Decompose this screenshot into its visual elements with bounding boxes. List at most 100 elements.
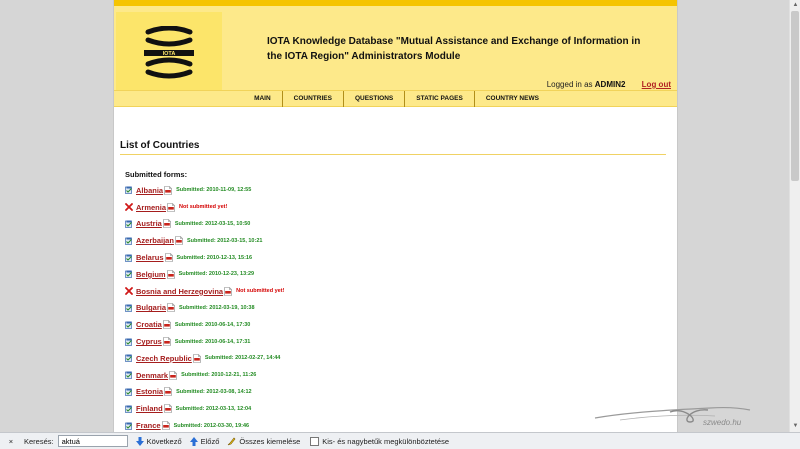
iota-logo: IOTA [116, 12, 222, 96]
pdf-icon[interactable] [167, 202, 175, 212]
logout-link[interactable]: Log out [642, 80, 671, 89]
country-row: France Submitted: 2012-03-30, 19:46 [125, 417, 665, 432]
submitted-icon [125, 422, 132, 430]
previous-button[interactable]: Előző [189, 436, 220, 446]
submitted-icon [125, 186, 132, 195]
country-list: Albania Submitted: 2010-11-09, 12:55 Armen… [125, 182, 665, 432]
pdf-icon[interactable] [164, 387, 172, 397]
country-link[interactable]: Croatia [136, 320, 162, 329]
previous-label: Előző [200, 436, 220, 446]
pdf-icon[interactable] [163, 320, 171, 330]
highlighter-icon [228, 437, 236, 445]
submission-status: Submitted: 2010-06-14, 17:30 [174, 321, 251, 328]
submitted-icon [125, 338, 132, 346]
highlight-all-button[interactable]: Összes kiemelése [227, 437, 300, 446]
country-link[interactable]: Bulgaria [136, 303, 166, 312]
country-row: Finland Submitted: 2012-03-13, 12:04 [125, 400, 665, 417]
section-heading: List of Countries [120, 140, 200, 151]
country-link[interactable]: Cyprus [136, 337, 162, 346]
submitted-icon [125, 354, 132, 363]
submission-status: Submitted: 2010-12-23, 13:29 [178, 271, 255, 278]
arrow-up-icon [189, 436, 198, 446]
country-row: Denmark Submitted: 2010-12-21, 11:26 [125, 367, 665, 384]
country-link[interactable]: Albania [136, 186, 163, 195]
submission-status: Submitted: 2012-03-13, 12:04 [175, 405, 252, 412]
pdf-icon[interactable] [193, 354, 201, 363]
country-link[interactable]: Armenia [136, 203, 166, 212]
not-submitted-icon [125, 203, 133, 212]
close-icon[interactable]: × [6, 437, 16, 446]
submission-status: Not submitted yet! [179, 204, 228, 211]
country-link[interactable]: Czech Republic [136, 354, 192, 363]
arrow-down-icon [135, 436, 144, 446]
country-link[interactable]: Azerbaijan [136, 236, 174, 245]
submission-status: Submitted: 2012-02-27, 14:44 [204, 355, 281, 362]
divider [120, 154, 666, 155]
pdf-icon[interactable] [163, 219, 171, 229]
country-link[interactable]: Finland [136, 404, 163, 413]
submission-status: Submitted: 2010-11-09, 12:55 [176, 187, 252, 194]
search-input[interactable] [57, 435, 128, 447]
pdf-icon[interactable] [163, 337, 171, 346]
submission-status: Submitted: 2010-06-14, 17:31 [174, 338, 251, 345]
scroll-down-icon[interactable]: ▼ [791, 422, 800, 431]
submission-status: Submitted: 2012-03-15, 10:21 [186, 237, 263, 244]
vertical-scrollbar[interactable]: ▲ ▼ [789, 0, 800, 432]
country-link[interactable]: Denmark [136, 371, 168, 380]
nav-country-news[interactable]: COUNTRY NEWS [473, 91, 550, 107]
login-info: Logged in as ADMIN2 Log out [547, 80, 671, 89]
country-row: Belgium Submitted: 2010-12-23, 13:29 [125, 266, 665, 283]
submitted-icon [125, 405, 132, 413]
find-bar: × Keresés: Következő Előző Összes kiemel… [0, 432, 800, 449]
country-row: Czech Republic Submitted: 2012-02-27, 14:… [125, 350, 665, 367]
pdf-icon[interactable] [161, 421, 170, 430]
page-title: IOTA Knowledge Database "Mutual Assistan… [267, 36, 641, 62]
logged-in-label: Logged in as [546, 80, 593, 89]
submitted-icon [125, 237, 132, 245]
submitted-icon [125, 304, 132, 312]
nav-main[interactable]: MAIN [243, 91, 282, 107]
iota-logo-icon: IOTA [144, 26, 194, 79]
country-link[interactable]: Belgium [136, 270, 166, 279]
submission-status: Submitted: 2012-03-19, 10:38 [179, 304, 255, 311]
country-row: Azerbaijan Submitted: 2012-03-15, 10:21 [125, 232, 665, 249]
nav-static-pages[interactable]: STATIC PAGES [404, 91, 474, 107]
country-row: Croatia Submitted: 2010-06-14, 17:30 [125, 316, 665, 333]
submission-status: Submitted: 2012-03-08, 14:12 [176, 388, 252, 395]
submitted-icon [125, 220, 132, 228]
submission-status: Not submitted yet! [236, 288, 285, 295]
submitted-icon [125, 388, 132, 396]
main-nav: MAIN COUNTRIES QUESTIONS STATIC PAGES COUNTR… [114, 90, 677, 107]
pdf-icon[interactable] [167, 303, 175, 313]
pdf-icon[interactable] [164, 253, 173, 262]
match-case-checkbox[interactable] [310, 436, 320, 446]
watermark-signature [594, 407, 751, 423]
country-link[interactable]: Bosnia and Herzegovina [136, 287, 223, 296]
country-row: Armenia Not submitted yet! [125, 199, 665, 216]
country-link[interactable]: Estonia [136, 387, 163, 396]
submitted-icon [125, 254, 132, 262]
nav-questions[interactable]: QUESTIONS [342, 91, 404, 107]
pdf-icon[interactable] [224, 286, 232, 296]
header: IOTA IOTA Knowledge Database "Mutual Ass… [114, 0, 677, 96]
submission-status: Submitted: 2012-03-30, 19:46 [173, 422, 250, 429]
country-link[interactable]: Belarus [136, 253, 164, 262]
pdf-icon[interactable] [166, 270, 175, 279]
highlight-all-label: Összes kiemelése [239, 436, 301, 446]
submitted-icon [125, 270, 132, 279]
pdf-icon[interactable] [169, 370, 177, 380]
submitted-icon [125, 371, 132, 380]
country-row: Bosnia and Herzegovina Not submitted yet! [125, 283, 665, 300]
pdf-icon[interactable] [163, 404, 172, 414]
submitted-forms-heading: Submitted forms: [125, 170, 188, 179]
page-container: IOTA IOTA Knowledge Database "Mutual Ass… [113, 0, 678, 432]
nav-countries[interactable]: COUNTRIES [281, 91, 343, 107]
country-row: Austria Submitted: 2012-03-15, 10:50 [125, 216, 665, 233]
scroll-thumb[interactable] [791, 11, 799, 181]
scroll-up-icon[interactable]: ▲ [791, 1, 800, 10]
pdf-icon[interactable] [175, 236, 183, 246]
country-link[interactable]: Austria [136, 219, 162, 228]
next-button[interactable]: Következő [135, 436, 182, 446]
pdf-icon[interactable] [164, 186, 172, 195]
country-link[interactable]: France [136, 421, 161, 430]
